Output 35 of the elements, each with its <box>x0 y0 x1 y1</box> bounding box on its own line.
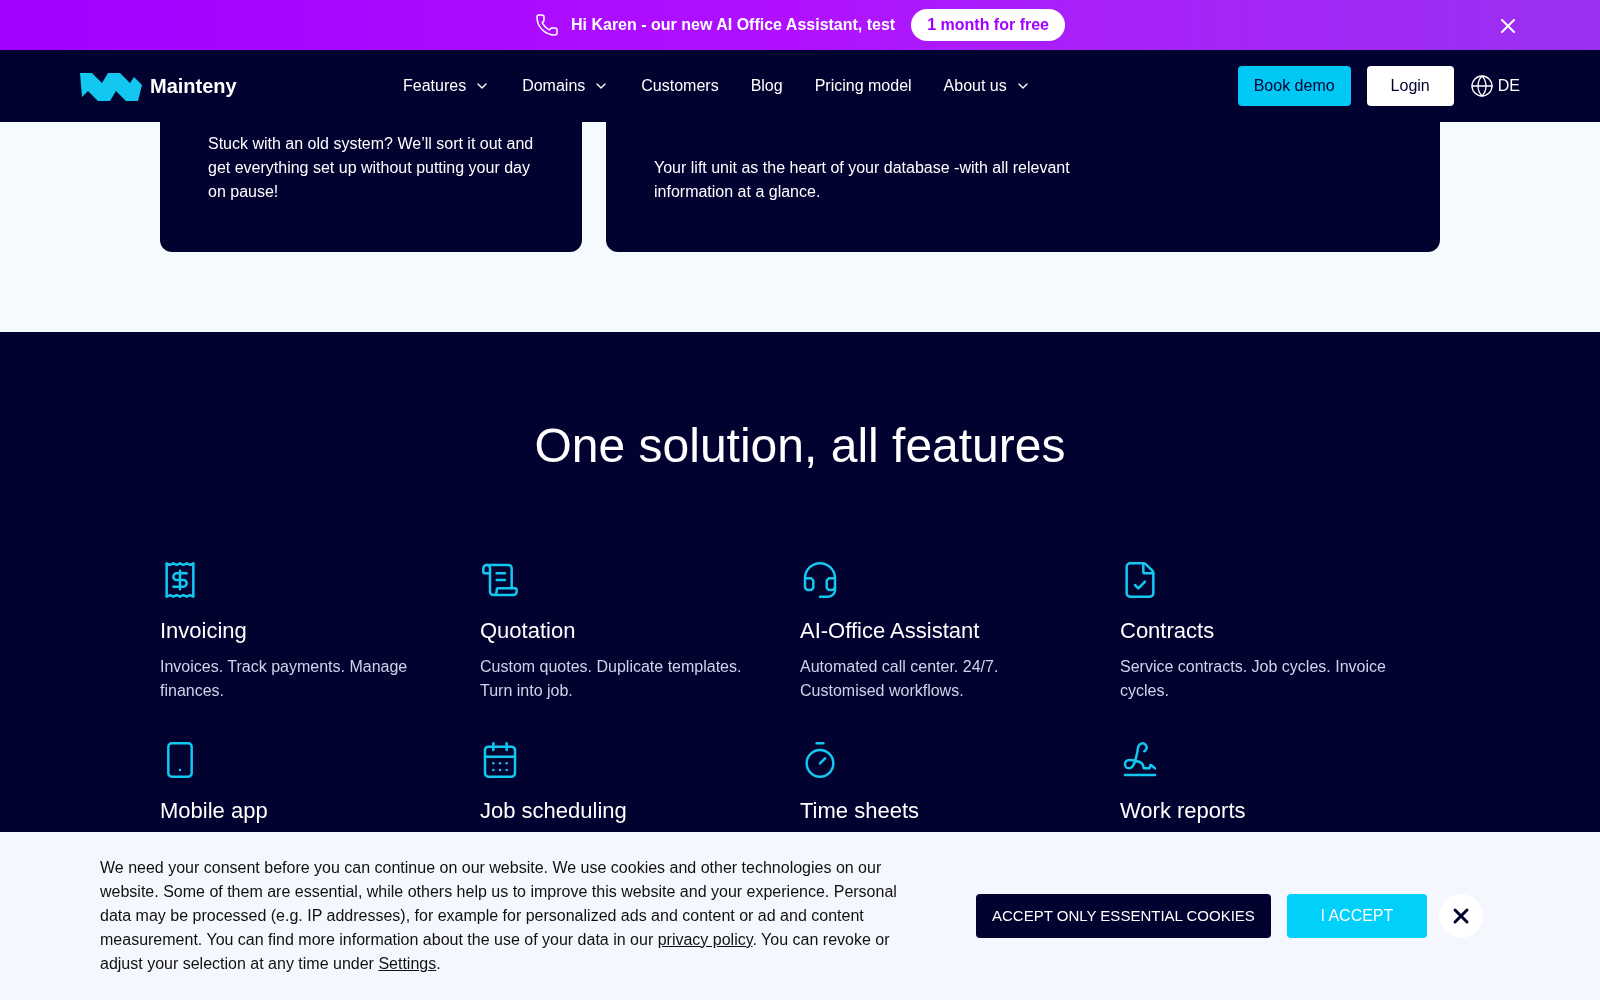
logo-text: Mainteny <box>150 74 237 99</box>
feature-title: Contracts <box>1120 617 1216 645</box>
card-text: Your lift unit as the heart of your database -with all relevant information at a glance. <box>654 158 1071 202</box>
globe-icon <box>1469 74 1494 98</box>
card-text: Stuck with an old system? We’ll sort it out and get everything set up without putting your day on pause! <box>208 134 534 202</box>
feature-title: Quotation <box>480 617 577 645</box>
login-button[interactable]: Login <box>1366 66 1454 106</box>
logo-icon <box>80 71 142 101</box>
essential-cookies-button[interactable]: ACCEPT ONLY ESSENTIAL COOKIES <box>976 894 1271 938</box>
feature-description: Custom quotes. Duplicate templates. Turn into job. <box>480 657 743 701</box>
feature-title: Invoicing <box>160 617 248 645</box>
feature-title: Time sheets <box>800 797 920 825</box>
book-demo-button[interactable]: Book demo <box>1237 66 1351 106</box>
feature-title: AI-Office Assistant <box>800 617 981 645</box>
nav-link[interactable]: Features <box>403 74 491 98</box>
nav-link[interactable]: About us <box>943 74 1031 98</box>
nav-link[interactable]: Customers <box>641 74 719 98</box>
offer-button[interactable]: 1 month for free <box>911 9 1065 41</box>
feature-description: Service contracts. Job cycles. Invoice cycles. <box>1120 657 1387 701</box>
feature-title: Job scheduling <box>480 797 628 825</box>
section-heading: One solution, all features <box>533 418 1067 474</box>
consent-link[interactable]: Settings <box>378 955 437 972</box>
phone-icon <box>535 13 559 37</box>
consent-text: We need your consent before you can continue on our website. We use cookies and other technologies on our website. Some of them are essential, while others help us to improve this website and your experience. Personal data may be processed (e.g. IP addresses), for example for personalized ads and content or ad and content measurement. You can find more information about the use of your data in our privacy policy. You can revoke or adjust your selection at any time under Settings. <box>100 858 898 974</box>
nav-link[interactable]: Domains <box>522 74 610 98</box>
feature-title: Mobile app <box>160 797 269 825</box>
feature-description: Invoices. Track payments. Manage finances. <box>160 657 409 701</box>
promo-text: Hi Karen - our new AI Office Assistant, test <box>571 15 896 35</box>
nav-link[interactable]: Blog <box>750 74 783 98</box>
close-button[interactable] <box>1438 894 1483 938</box>
feature-description: Automated call center. 24/7. Customised workflows. <box>800 657 1000 701</box>
feature-title: Work reports <box>1120 797 1247 825</box>
consent-link[interactable]: privacy policy <box>657 931 753 948</box>
nav-link[interactable]: Pricing model <box>814 74 912 98</box>
language-button[interactable]: DE <box>1469 74 1520 98</box>
